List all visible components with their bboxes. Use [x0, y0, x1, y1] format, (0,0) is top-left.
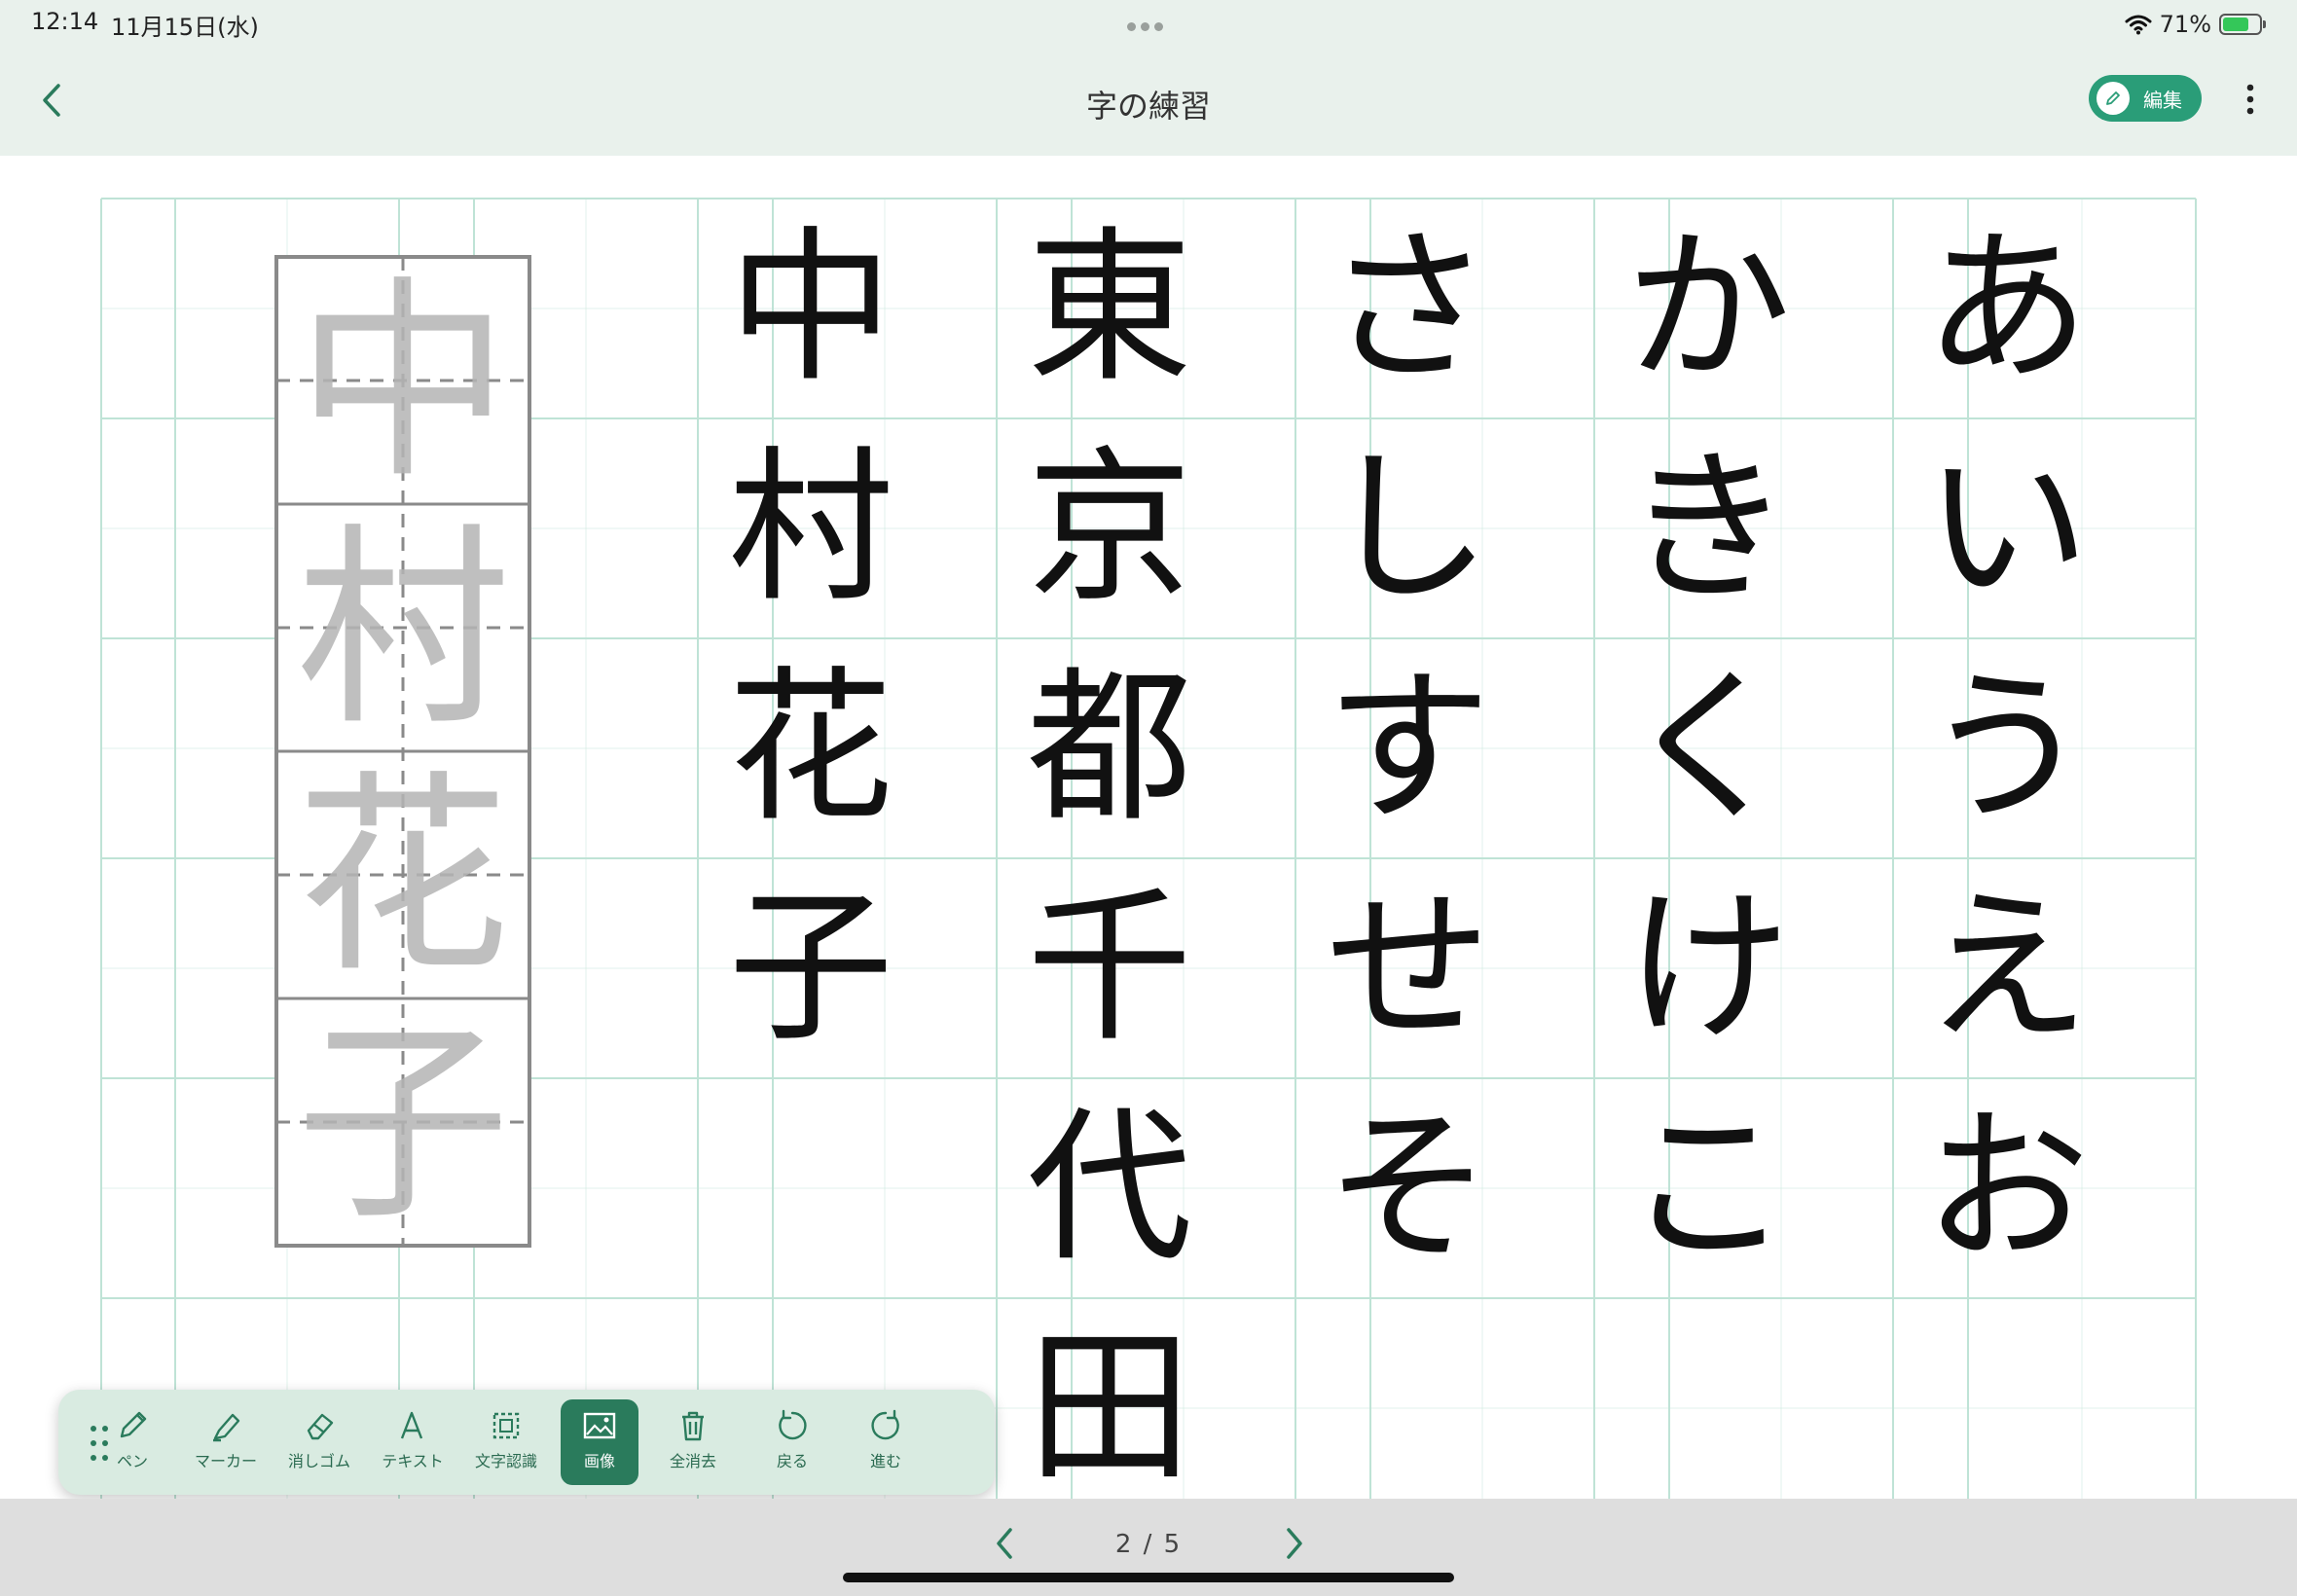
guide-image-character: 村: [296, 505, 510, 754]
handwritten-character: 田: [1027, 1312, 1192, 1499]
battery-icon: [2219, 14, 2266, 35]
previous-page-button[interactable]: [985, 1524, 1024, 1563]
page-navigation-bar: 2 / 5: [0, 1499, 2297, 1596]
redo-icon: [871, 1409, 899, 1440]
guide-image-character: 子: [296, 999, 510, 1249]
tool-eraser[interactable]: 消しゴム: [280, 1399, 358, 1485]
handwritten-character: 都: [1027, 652, 1192, 845]
wifi-icon: [2125, 15, 2152, 35]
status-right: 71%: [2125, 8, 2266, 41]
writing-grid: あいうえおかきくけこさしすせそ東京都千代田中村花子中村花子: [100, 198, 2197, 1499]
tool-label: ペン: [116, 1452, 148, 1470]
handwritten-character: 代: [1027, 1092, 1192, 1285]
tool-marker[interactable]: マーカー: [187, 1399, 265, 1485]
tool-redo[interactable]: 進む: [847, 1399, 925, 1485]
page-title: 字の練習: [1085, 88, 1211, 125]
edit-button[interactable]: 編集: [2089, 75, 2202, 122]
handwritten-character: す: [1326, 652, 1491, 845]
tool-label: 消しゴム: [287, 1452, 350, 1470]
text-recognition-icon: [492, 1412, 520, 1439]
handwritten-character: 村: [728, 432, 893, 625]
chevron-right-icon: [1287, 1528, 1302, 1559]
handwritten-character: 千: [1027, 872, 1192, 1065]
handwritten-character: 子: [728, 872, 893, 1065]
trash-icon: [682, 1411, 704, 1441]
eraser-icon: [307, 1413, 334, 1440]
handwritten-character: け: [1625, 872, 1791, 1065]
tool-text-recognition[interactable]: 文字認識: [467, 1399, 545, 1485]
status-date: 11月15日(水): [111, 14, 259, 41]
tool-undo[interactable]: 戻る: [753, 1399, 831, 1485]
handwritten-character: き: [1625, 432, 1791, 625]
handwritten-character: さ: [1326, 212, 1491, 405]
handwritten-character: う: [1924, 652, 2090, 845]
tool-label: 戻る: [776, 1452, 808, 1470]
handwritten-character: し: [1326, 432, 1491, 625]
tool-label: 画像: [583, 1452, 615, 1470]
battery-fill: [2223, 18, 2248, 31]
handwritten-character: 中: [728, 212, 893, 405]
tool-label: 全消去: [669, 1452, 716, 1470]
handwritten-character: そ: [1326, 1092, 1491, 1285]
pen-icon: [120, 1411, 147, 1438]
image-icon: [583, 1412, 616, 1439]
handwritten-character: せ: [1326, 872, 1491, 1065]
tool-text[interactable]: テキスト: [374, 1399, 452, 1485]
app-header: 字の練習 編集: [0, 49, 2297, 156]
tool-label: テキスト: [382, 1452, 444, 1470]
handwritten-character: あ: [1924, 212, 2090, 405]
tool-label: 進む: [869, 1452, 901, 1470]
status-bar: 12:14 11月15日(水) 71%: [0, 0, 2297, 49]
handwritten-character: え: [1924, 872, 2090, 1065]
tool-label: 文字認識: [474, 1452, 537, 1470]
more-vertical-icon: [2246, 84, 2254, 115]
handwritten-character: か: [1625, 212, 1791, 405]
guide-image-character: 中: [296, 258, 510, 507]
edit-pen-badge: [2096, 82, 2130, 115]
tool-image[interactable]: 画像: [561, 1399, 638, 1485]
handwritten-character: こ: [1625, 1092, 1791, 1285]
handwritten-character: 京: [1027, 432, 1192, 625]
guide-image-character: 花: [296, 752, 510, 1001]
multitasking-dots-icon[interactable]: [1127, 17, 1170, 31]
drawing-toolbar: ペン マーカー 消しゴム テキスト 文字認識 画像 全消去 戻る 進む: [58, 1390, 995, 1495]
tool-pen[interactable]: ペン: [93, 1399, 171, 1485]
handwritten-character: 東: [1027, 212, 1192, 405]
edit-button-label: 編集: [2143, 88, 2182, 112]
page-indicator: 2 / 5: [1114, 1530, 1183, 1559]
next-page-button[interactable]: [1275, 1524, 1314, 1563]
note-canvas[interactable]: あいうえおかきくけこさしすせそ東京都千代田中村花子中村花子: [0, 156, 2297, 1499]
battery-percentage: 71%: [2159, 11, 2211, 38]
more-button[interactable]: [2239, 78, 2262, 125]
handwritten-character: 花: [728, 652, 893, 845]
home-indicator[interactable]: [843, 1573, 1454, 1582]
handwritten-character: お: [1924, 1092, 2090, 1285]
pencil-icon: [2106, 91, 2120, 105]
undo-icon: [779, 1409, 807, 1440]
text-icon: [400, 1411, 423, 1439]
chevron-left-icon: [997, 1528, 1012, 1559]
handwritten-character: い: [1924, 432, 2090, 625]
handwritten-character: く: [1625, 652, 1791, 845]
tool-label: マーカー: [194, 1452, 257, 1470]
tool-trash[interactable]: 全消去: [654, 1399, 732, 1485]
marker-icon: [213, 1413, 240, 1442]
status-time: 12:14: [31, 8, 99, 35]
